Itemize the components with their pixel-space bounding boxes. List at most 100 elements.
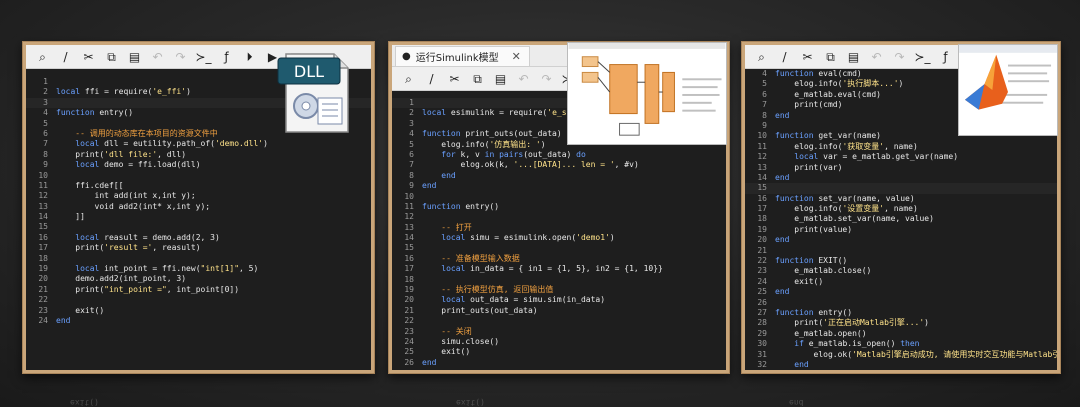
code-line[interactable]: 25 exit(): [392, 347, 726, 357]
function-icon[interactable]: ƒ: [937, 48, 954, 65]
code-line[interactable]: 12 int add(int x,int y);: [26, 191, 371, 201]
code-line[interactable]: 7 elog.ok(k, '...[DATA]... len = ', #v): [392, 160, 726, 170]
code-text: elog.ok(k, '...[DATA]... len = ', #v): [422, 160, 639, 170]
code-line[interactable]: 13 -- 打开: [392, 223, 726, 233]
tab-run-simulink[interactable]: ● 运行Simulink模型 ✕: [395, 46, 530, 66]
code-line[interactable]: 23 exit(): [26, 306, 371, 316]
code-line[interactable]: 23 -- 关闭: [392, 327, 726, 337]
code-line[interactable]: 7 local dll = eutility.path_of('demo.dll…: [26, 139, 371, 149]
code-line[interactable]: 8 end: [392, 171, 726, 181]
slash-icon[interactable]: /: [423, 70, 440, 87]
redo-icon[interactable]: ↷: [891, 48, 908, 65]
redo-icon[interactable]: ↷: [172, 48, 189, 65]
code-line[interactable]: 12 local var = e_matlab.get_var(name): [745, 152, 1057, 162]
cut-icon[interactable]: ✂: [799, 48, 816, 65]
code-line[interactable]: 15: [392, 243, 726, 253]
undo-icon[interactable]: ↶: [868, 48, 885, 65]
run-terminal-icon[interactable]: ≻_: [914, 48, 931, 65]
code-line[interactable]: 15: [26, 222, 371, 232]
code-line[interactable]: 24 end: [26, 316, 371, 326]
code-line[interactable]: 11 function entry(): [392, 202, 726, 212]
code-line[interactable]: 19 -- 执行模型仿真, 返回输出值: [392, 285, 726, 295]
code-line[interactable]: 29 e_matlab.open(): [745, 329, 1057, 339]
code-line[interactable]: 21 print("int_point =", int_point[0]): [26, 285, 371, 295]
code-line[interactable]: 18 e_matlab.set_var(name, value): [745, 214, 1057, 224]
code-line[interactable]: 17 local in_data = { in1 = {1, 5}, in2 =…: [392, 264, 726, 274]
code-line[interactable]: 19 print(value): [745, 225, 1057, 235]
code-line[interactable]: 22: [26, 295, 371, 305]
line-number: 20: [38, 274, 48, 284]
step-icon[interactable]: ⏵: [241, 48, 258, 65]
paste-icon[interactable]: ▤: [492, 70, 509, 87]
code-line[interactable]: 31 elog.ok('Matlab引擎启动成功, 请使用实时交互功能与Matl…: [745, 350, 1057, 360]
code-line[interactable]: 6 for k, v in pairs(out_data) do: [392, 150, 726, 160]
code-line[interactable]: 13 print(var): [745, 163, 1057, 173]
code-line[interactable]: 30 if e_matlab.is_open() then: [745, 339, 1057, 349]
code-line[interactable]: 16 function set_var(name, value): [745, 194, 1057, 204]
code-line[interactable]: 20 demo.add2(int_point, 3): [26, 274, 371, 284]
code-line[interactable]: 11 ffi.cdef[[: [26, 181, 371, 191]
code-line[interactable]: 15: [745, 183, 1057, 194]
line-number: 12: [404, 212, 414, 222]
code-line[interactable]: 18: [392, 275, 726, 285]
code-line[interactable]: 17 elog.info('设置变量', name): [745, 204, 1057, 214]
code-line[interactable]: 20 local out_data = simu.sim(in_data): [392, 295, 726, 305]
paste-icon[interactable]: ▤: [126, 48, 143, 65]
code-line[interactable]: 18: [26, 254, 371, 264]
code-text: for k, v in pairs(out_data) do: [441, 149, 586, 159]
code-line[interactable]: 9 end: [392, 181, 726, 191]
copy-icon[interactable]: ⧉: [822, 48, 839, 65]
line-number: 6: [762, 89, 767, 99]
undo-icon[interactable]: ↶: [149, 48, 166, 65]
code-line[interactable]: 10: [392, 192, 726, 202]
code-line[interactable]: 13 void add2(int* x,int y);: [26, 202, 371, 212]
copy-icon[interactable]: ⧉: [469, 70, 486, 87]
find-icon[interactable]: ⌕: [34, 48, 51, 65]
redo-icon[interactable]: ↷: [538, 70, 555, 87]
find-icon[interactable]: ⌕: [400, 70, 417, 87]
code-line[interactable]: 16 -- 准备模型输入数据: [392, 254, 726, 264]
slash-icon[interactable]: /: [776, 48, 793, 65]
code-line[interactable]: 17 print('result =', reasult): [26, 243, 371, 253]
code-line[interactable]: 20 end: [745, 235, 1057, 245]
undo-icon[interactable]: ↶: [515, 70, 532, 87]
copy-icon[interactable]: ⧉: [103, 48, 120, 65]
line-number: 11: [757, 141, 767, 151]
code-line[interactable]: 24 simu.close(): [392, 337, 726, 347]
code-line[interactable]: 32 end: [745, 360, 1057, 370]
code-line[interactable]: 24 exit(): [745, 277, 1057, 287]
find-icon[interactable]: ⌕: [753, 48, 770, 65]
code-line[interactable]: 26 end: [392, 358, 726, 368]
code-line[interactable]: 14 end: [745, 173, 1057, 183]
paste-icon[interactable]: ▤: [845, 48, 862, 65]
code-line[interactable]: 19 local int_point = ffi.new("int[1]", 5…: [26, 264, 371, 274]
code-line[interactable]: 21: [745, 246, 1057, 256]
cut-icon[interactable]: ✂: [80, 48, 97, 65]
line-number: 24: [757, 276, 767, 286]
cut-icon[interactable]: ✂: [446, 70, 463, 87]
code-line[interactable]: 16 local reasult = demo.add(2, 3): [26, 233, 371, 243]
dll-label: DLL: [294, 62, 324, 81]
code-line[interactable]: 14 ]]: [26, 212, 371, 222]
code-line[interactable]: 26: [745, 298, 1057, 308]
code-line[interactable]: 28 print('正在启动Matlab引擎...'): [745, 318, 1057, 328]
line-number: 18: [757, 214, 767, 224]
code-line[interactable]: 22: [392, 316, 726, 326]
code-line[interactable]: 9 local demo = ffi.load(dll): [26, 160, 371, 170]
code-line[interactable]: 27 function entry(): [745, 308, 1057, 318]
matlab-window-picture: [958, 44, 1058, 136]
code-line[interactable]: 10: [26, 171, 371, 181]
code-line[interactable]: 22 function EXIT(): [745, 256, 1057, 266]
code-line[interactable]: 8 print('dll file:', dll): [26, 150, 371, 160]
function-icon[interactable]: ƒ: [218, 48, 235, 65]
code-line[interactable]: 23 e_matlab.close(): [745, 266, 1057, 276]
code-line[interactable]: 25 end: [745, 287, 1057, 297]
code-line[interactable]: 14 local simu = esimulink.open('demo1'): [392, 233, 726, 243]
run-terminal-icon[interactable]: ≻_: [195, 48, 212, 65]
code-line[interactable]: 12: [392, 212, 726, 222]
slash-icon[interactable]: /: [57, 48, 74, 65]
code-line[interactable]: 21 print_outs(out_data): [392, 306, 726, 316]
code-line[interactable]: 11 elog.info('获取变量', name): [745, 142, 1057, 152]
close-icon[interactable]: ✕: [512, 50, 521, 63]
